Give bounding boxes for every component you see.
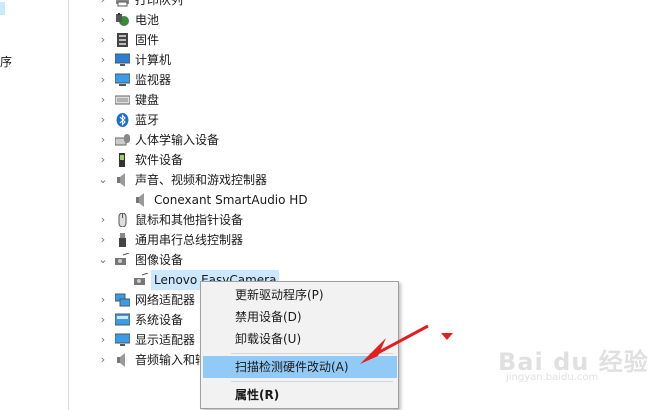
- tree-node-human-interface-devices[interactable]: › 人体学输入设备: [72, 130, 654, 150]
- tree-node-label: 软件设备: [135, 153, 184, 167]
- speaker-icon: [117, 173, 125, 187]
- tree-node-mice[interactable]: › 鼠标和其他指针设备: [72, 210, 654, 230]
- context-menu: 更新驱动程序(P) 禁用设备(D) 卸载设备(U) 扫描检测硬件改动(A) 属性…: [200, 281, 399, 409]
- software-device-icon: [119, 153, 125, 167]
- expand-chevron[interactable]: ›: [96, 350, 110, 370]
- tree-node-label: 蓝牙: [135, 113, 160, 127]
- system-device-icon: [115, 313, 130, 326]
- tree-node-label: 显示适配器: [135, 333, 196, 347]
- tree-node-label: 电池: [135, 13, 160, 27]
- expand-chevron[interactable]: ›: [96, 30, 110, 50]
- expand-chevron[interactable]: ›: [96, 290, 110, 310]
- tree-node-conexant-smartaudio[interactable]: Conexant SmartAudio HD: [72, 190, 654, 210]
- tree-node-label: 监视器: [135, 73, 172, 87]
- tree-node-firmware[interactable]: › 固件: [72, 30, 654, 50]
- tree-node-label: Conexant SmartAudio HD: [154, 193, 308, 207]
- camera-icon: [115, 253, 130, 265]
- expand-chevron[interactable]: ›: [96, 0, 110, 10]
- navigation-pane: 序: [0, 0, 69, 410]
- camera-icon: [134, 273, 149, 285]
- collapse-chevron[interactable]: ⌄: [96, 170, 110, 190]
- tree-node-label: 鼠标和其他指针设备: [135, 213, 244, 227]
- expand-chevron[interactable]: ›: [96, 110, 110, 130]
- tree-node-label: 图像设备: [135, 253, 184, 267]
- expand-chevron[interactable]: ›: [96, 50, 110, 70]
- tree-node-monitors[interactable]: › 监视器: [72, 70, 654, 90]
- watermark-url: jingyan.baidu.com: [506, 372, 599, 383]
- baidu-jingyan-watermark: Bai du 经验 jingyan.baidu.com: [498, 338, 648, 398]
- network-adapter-icon: [115, 293, 130, 307]
- menu-item-properties[interactable]: 属性(R): [203, 384, 397, 406]
- menu-separator: [231, 353, 393, 354]
- expand-chevron[interactable]: ›: [96, 70, 110, 90]
- mouse-icon: [118, 213, 127, 227]
- battery-icon: [116, 13, 129, 26]
- tree-node-label: 声音、视频和游戏控制器: [135, 173, 268, 187]
- tree-node-battery[interactable]: › 电池: [72, 10, 654, 30]
- audio-io-icon: [117, 353, 125, 367]
- expand-chevron[interactable]: ›: [96, 90, 110, 110]
- tree-node-usb-controllers[interactable]: › 通用串行总线控制器: [72, 230, 654, 250]
- tree-node-label: 计算机: [135, 53, 172, 67]
- display-adapter-icon: [115, 333, 130, 346]
- tree-node-keyboards[interactable]: › 键盘: [72, 90, 654, 110]
- tree-node-label: 网络适配器: [135, 293, 196, 307]
- menu-item-disable-device[interactable]: 禁用设备(D): [203, 306, 397, 328]
- tree-node-sound-video-game-controllers[interactable]: ⌄ 声音、视频和游戏控制器: [72, 170, 654, 190]
- expand-chevron[interactable]: ›: [96, 310, 110, 330]
- bluetooth-icon: [116, 113, 129, 127]
- tree-node-label: 打印队列: [135, 0, 184, 7]
- expand-chevron[interactable]: ›: [96, 130, 110, 150]
- nav-item-fragment[interactable]: 序: [0, 53, 12, 70]
- hid-icon: [115, 134, 130, 146]
- expand-chevron[interactable]: ›: [96, 150, 110, 170]
- selected-nav-item-edge[interactable]: [0, 2, 5, 15]
- tree-node-computer[interactable]: › 计算机: [72, 50, 654, 70]
- tree-node-label: 键盘: [135, 93, 160, 107]
- computer-icon: [115, 53, 130, 66]
- collapse-chevron[interactable]: ⌄: [96, 250, 110, 270]
- tree-node-print-queues[interactable]: › 打印队列: [72, 0, 654, 10]
- tree-node-imaging-devices[interactable]: ⌄ 图像设备: [72, 250, 654, 270]
- menu-separator: [231, 381, 393, 382]
- monitor-icon: [115, 73, 130, 86]
- tree-node-software-devices[interactable]: › 软件设备: [72, 150, 654, 170]
- expand-chevron[interactable]: ›: [96, 210, 110, 230]
- menu-item-update-driver[interactable]: 更新驱动程序(P): [203, 284, 397, 306]
- tree-node-label: 通用串行总线控制器: [135, 233, 244, 247]
- tree-node-label: 固件: [135, 33, 160, 47]
- expand-chevron[interactable]: ›: [96, 230, 110, 250]
- menu-item-scan-hardware-changes[interactable]: 扫描检测硬件改动(A): [203, 356, 397, 378]
- tree-node-bluetooth[interactable]: › 蓝牙: [72, 110, 654, 130]
- expand-chevron[interactable]: ›: [96, 330, 110, 350]
- speaker-icon: [136, 193, 144, 207]
- expand-chevron[interactable]: ›: [96, 10, 110, 30]
- menu-item-uninstall-device[interactable]: 卸载设备(U): [203, 328, 397, 350]
- firmware-icon: [117, 33, 128, 47]
- keyboard-icon: [115, 95, 130, 105]
- usb-icon: [119, 233, 126, 247]
- tree-node-label: 人体学输入设备: [135, 133, 220, 147]
- printer-icon: [116, 0, 129, 7]
- tree-node-label: 系统设备: [135, 313, 184, 327]
